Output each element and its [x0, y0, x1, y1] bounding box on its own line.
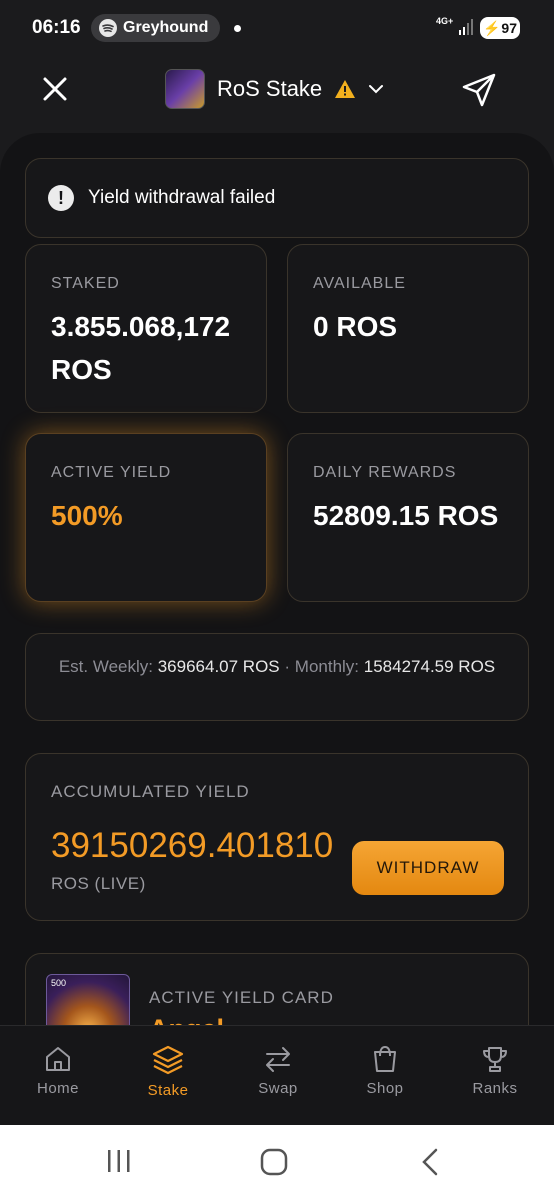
- media-pill[interactable]: Greyhound: [91, 14, 221, 42]
- battery-bolt-icon: ⚡: [482, 19, 501, 36]
- accumulated-value: 39150269.401810: [51, 826, 334, 865]
- error-alert: ! Yield withdrawal failed: [25, 158, 529, 238]
- app-name: RoS Stake: [217, 76, 323, 101]
- status-bar: 06:16 Greyhound 4G+ ⚡ 97: [0, 0, 554, 56]
- spotify-icon: [99, 19, 117, 37]
- staked-label: STAKED: [51, 275, 120, 292]
- nav-stake-label: Stake: [147, 1082, 189, 1099]
- shopping-bag-icon: [374, 1046, 396, 1072]
- media-app-name: Greyhound: [123, 19, 209, 36]
- available-value: 0 ROS: [313, 311, 398, 342]
- network-type: 4G+: [436, 16, 454, 26]
- recent-apps-icon[interactable]: [105, 1147, 133, 1175]
- active-yield-value: 500%: [51, 500, 123, 531]
- nav-swap[interactable]: Swap: [228, 1044, 328, 1097]
- battery-level: 97: [501, 20, 517, 36]
- warning-icon: [335, 80, 356, 98]
- battery-indicator: ⚡ 97: [480, 17, 520, 39]
- weekly-value: 369664.07 ROS: [157, 657, 280, 676]
- accumulated-label: ACCUMULATED YIELD: [51, 782, 250, 801]
- accumulated-unit: ROS (LIVE): [51, 874, 146, 893]
- estimate-card: Est. Weekly: 369664.07 ROS · Monthly: 15…: [25, 633, 529, 721]
- withdraw-button[interactable]: WITHDRAW: [352, 841, 504, 895]
- available-label: AVAILABLE: [313, 275, 406, 292]
- app-switcher[interactable]: RoS Stake: [165, 69, 384, 109]
- notification-dot-icon: [234, 25, 241, 32]
- nav-ranks-label: Ranks: [472, 1080, 518, 1097]
- bottom-nav: Home Stake Swap Shop Ranks: [0, 1025, 554, 1126]
- signal-icon: [459, 19, 473, 35]
- chevron-down-icon: [369, 85, 384, 94]
- estimate-separator: ·: [284, 657, 291, 676]
- trophy-icon: [483, 1047, 507, 1072]
- staked-value: 3.855.068,172 ROS: [51, 311, 231, 385]
- back-icon[interactable]: [418, 1147, 442, 1177]
- nav-shop-label: Shop: [366, 1080, 404, 1097]
- daily-rewards-value: 52809.15 ROS: [313, 500, 499, 531]
- layers-icon: [152, 1045, 184, 1075]
- close-icon: [43, 77, 67, 101]
- system-nav-bar: [0, 1125, 554, 1200]
- accumulated-yield-card: ACCUMULATED YIELD 39150269.401810 ROS (L…: [25, 753, 529, 921]
- swap-arrows-icon: [266, 1047, 290, 1072]
- thumb-number: 500: [51, 978, 67, 988]
- nav-swap-label: Swap: [258, 1080, 298, 1097]
- monthly-label: Monthly:: [294, 657, 360, 676]
- yield-card-label: ACTIVE YIELD CARD: [149, 988, 334, 1007]
- nav-ranks[interactable]: Ranks: [445, 1044, 545, 1097]
- send-icon[interactable]: [461, 72, 497, 108]
- nav-stake[interactable]: Stake: [118, 1044, 218, 1099]
- weekly-label: Est. Weekly:: [58, 657, 153, 676]
- monthly-value: 1584274.59 ROS: [363, 657, 496, 676]
- available-card: AVAILABLE 0 ROS: [287, 244, 529, 413]
- staked-card: STAKED 3.855.068,172 ROS: [25, 244, 267, 413]
- active-yield-card: ACTIVE YIELD 500%: [25, 433, 267, 602]
- status-time: 06:16: [32, 17, 81, 38]
- daily-rewards-card: DAILY REWARDS 52809.15 ROS: [287, 433, 529, 602]
- exclamation-icon: !: [48, 185, 74, 211]
- home-button-icon[interactable]: [259, 1147, 289, 1177]
- close-button[interactable]: [38, 72, 72, 106]
- home-icon: [46, 1047, 70, 1071]
- nav-home[interactable]: Home: [8, 1044, 108, 1097]
- nav-home-label: Home: [36, 1080, 79, 1097]
- daily-rewards-label: DAILY REWARDS: [313, 464, 457, 481]
- alert-message: Yield withdrawal failed: [88, 187, 276, 208]
- active-yield-label: ACTIVE YIELD: [51, 464, 172, 481]
- app-logo: [165, 69, 205, 109]
- nav-shop[interactable]: Shop: [335, 1044, 435, 1097]
